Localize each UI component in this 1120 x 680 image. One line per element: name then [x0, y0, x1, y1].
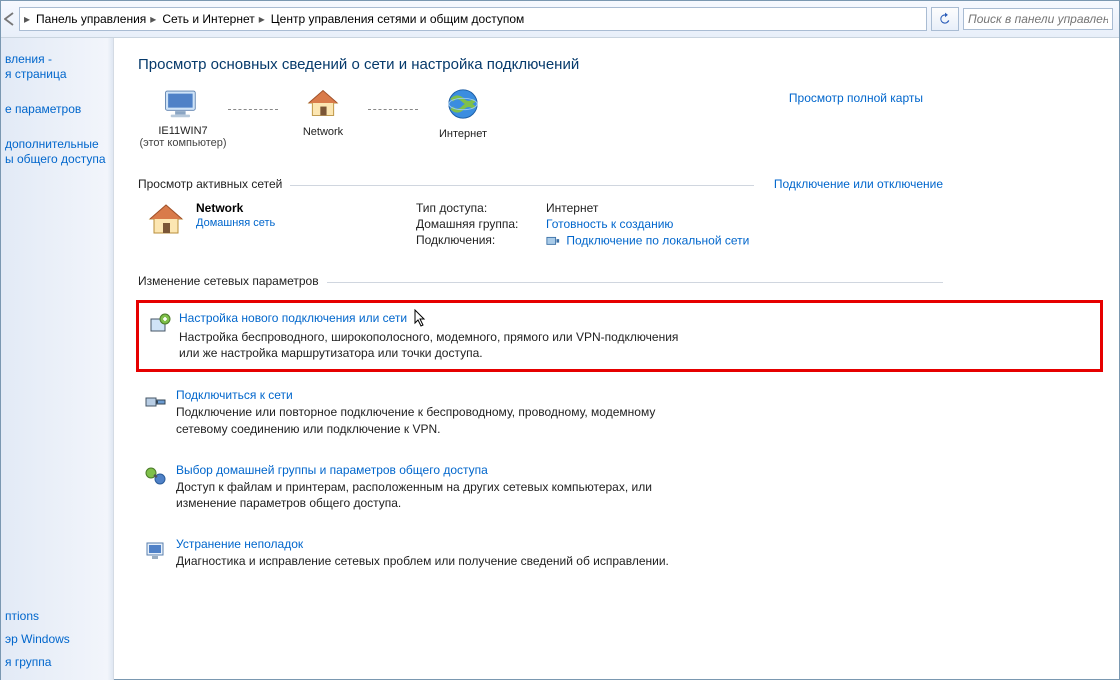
breadcrumb-item[interactable]: Центр управления сетями и общим доступом: [271, 12, 525, 26]
connection-link[interactable]: Подключение по локальной сети: [566, 234, 749, 248]
sidebar-link-options[interactable]: птions: [1, 605, 113, 628]
task-title-link[interactable]: Выбор домашней группы и параметров общег…: [176, 463, 488, 477]
task-list: Настройка нового подключения или сети На…: [136, 300, 1103, 579]
task-setup-connection[interactable]: Настройка нового подключения или сети На…: [136, 300, 1103, 372]
cursor-icon: [414, 311, 426, 327]
kv-key: Домашняя группа:: [416, 217, 546, 231]
sidebar-text: я страница: [5, 67, 67, 81]
window-frame: ▸ Панель управления ▸ Сеть и Интернет ▸ …: [0, 0, 1120, 680]
globe-icon: [446, 87, 480, 121]
connect-icon: [144, 388, 170, 436]
sidebar-see-also: птions эр Windows я группа: [1, 605, 113, 674]
sidebar-text: дополнительные: [5, 137, 99, 151]
task-troubleshoot[interactable]: Устранение неполадок Диагностика и испра…: [136, 527, 1103, 579]
window-toolbar: ▸ Панель управления ▸ Сеть и Интернет ▸ …: [1, 1, 1119, 38]
map-node-this-pc: IE11WIN7 (этот компьютер): [138, 87, 228, 149]
monitor-icon: [162, 87, 204, 123]
map-label: Интернет: [418, 128, 508, 140]
task-connect-network[interactable]: Подключиться к сети Подключение или повт…: [136, 378, 1103, 446]
sidebar-text: вления -: [5, 52, 52, 66]
map-connector-icon: [368, 109, 418, 110]
task-desc: Диагностика и исправление сетевых пробле…: [176, 553, 669, 569]
sidebar-link-homegroup[interactable]: я группа: [1, 651, 113, 674]
chevron-right-icon: ▸: [259, 12, 265, 26]
breadcrumb-item[interactable]: Панель управления: [36, 12, 146, 26]
breadcrumb-bar[interactable]: ▸ Панель управления ▸ Сеть и Интернет ▸ …: [19, 7, 927, 31]
wizard-icon: [147, 311, 173, 361]
homegroup-link[interactable]: Готовность к созданию: [546, 217, 673, 231]
sidebar-link-firewall[interactable]: эр Windows: [1, 628, 113, 651]
content-area: Просмотр основных сведений о сети и наст…: [114, 38, 1119, 680]
map-sublabel: (этот компьютер): [138, 137, 228, 149]
task-title-link[interactable]: Устранение неполадок: [176, 537, 303, 551]
house-icon: [305, 87, 341, 119]
task-desc: Подключение или повторное подключение к …: [176, 404, 696, 436]
kv-key: Подключения:: [416, 233, 546, 250]
map-label: Network: [278, 126, 368, 138]
network-type-link[interactable]: Домашняя сеть: [196, 217, 275, 229]
nic-icon: [546, 233, 560, 250]
troubleshoot-icon: [144, 537, 170, 569]
section-change-settings: Изменение сетевых параметров: [138, 274, 1103, 288]
task-desc: Настройка беспроводного, широкополосного…: [179, 329, 699, 361]
sidebar-text: ы общего доступа: [5, 152, 106, 166]
map-connector-icon: [228, 109, 278, 110]
network-map: Просмотр полной карты IE11WIN7 (этот ком…: [138, 87, 1103, 167]
sidebar-link-advanced-sharing[interactable]: дополнительныеы общего доступа: [1, 133, 113, 171]
task-desc: Доступ к файлам и принтерам, расположенн…: [176, 479, 696, 511]
kv-value: Интернет: [546, 201, 598, 215]
task-title-link[interactable]: Настройка нового подключения или сети: [179, 311, 407, 325]
section-active-networks: Просмотр активных сетей Подключение или …: [138, 177, 1103, 191]
back-forward-stub[interactable]: [1, 8, 17, 30]
task-title-link[interactable]: Подключиться к сети: [176, 388, 293, 402]
refresh-button[interactable]: [931, 7, 959, 31]
task-homegroup-sharing[interactable]: Выбор домашней группы и параметров общег…: [136, 453, 1103, 521]
network-name: Network: [196, 201, 275, 215]
connect-disconnect-link[interactable]: Подключение или отключение: [774, 177, 943, 191]
map-label: IE11WIN7: [138, 125, 228, 137]
map-node-internet: Интернет: [418, 87, 508, 140]
map-node-network: Network: [278, 87, 368, 138]
chevron-right-icon: ▸: [150, 12, 156, 26]
section-label: Просмотр активных сетей: [138, 177, 282, 191]
sidebar-link-home[interactable]: вления -я страница: [1, 48, 113, 86]
section-label: Изменение сетевых параметров: [138, 274, 319, 288]
search-input[interactable]: [963, 8, 1113, 30]
kv-key: Тип доступа:: [416, 201, 546, 215]
active-network-row: Network Домашняя сеть Тип доступа: Интер…: [138, 197, 1103, 264]
sidebar: вления -я страница е параметров дополнит…: [1, 38, 114, 680]
sharing-icon: [144, 463, 170, 511]
breadcrumb-item[interactable]: Сеть и Интернет: [162, 12, 254, 26]
page-title: Просмотр основных сведений о сети и наст…: [138, 56, 1103, 73]
house-icon: [146, 201, 186, 237]
full-map-link[interactable]: Просмотр полной карты: [789, 91, 923, 105]
chevron-right-icon: ▸: [24, 12, 30, 26]
sidebar-link-adapter-settings[interactable]: е параметров: [1, 98, 113, 121]
